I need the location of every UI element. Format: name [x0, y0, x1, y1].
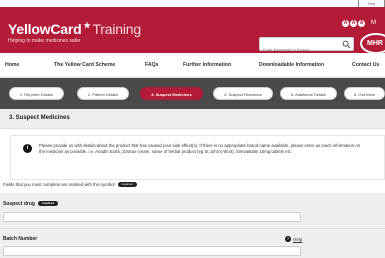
search-icon[interactable] [342, 40, 351, 49]
search-box [259, 37, 354, 56]
main-navigation: Home The Yellow Card Scheme FAQs Further… [0, 53, 385, 78]
suspect-drug-input[interactable] [3, 212, 301, 222]
suspect-drug-label-text: Suspect drug [3, 201, 35, 207]
suspect-drug-label: Suspect drug required [3, 201, 58, 207]
site-tagline: Helping to make medicines safer [8, 38, 81, 44]
nav-downloadable-information[interactable]: Downloadable Information [259, 62, 324, 68]
text-size-small-button[interactable]: A [342, 20, 349, 27]
info-text: Please provide us with details about the… [39, 143, 361, 155]
help-icon: ? [285, 236, 291, 242]
step-patient-details[interactable]: 2. Patient Details [77, 87, 129, 100]
step-additional-details[interactable]: 5. Additional Details [280, 87, 337, 100]
step-overview[interactable]: 6. Overview [344, 87, 385, 100]
brand-sub: Training [92, 21, 141, 37]
form-steps: 1. Reporter Details 2. Patient Details 3… [0, 78, 385, 109]
text-size-controls: A A A [342, 20, 365, 27]
step-suspect-reactions[interactable]: 4. Suspect Reactions [213, 87, 273, 100]
header-link[interactable]: M [371, 20, 376, 26]
batch-number-label: Batch Number [3, 236, 38, 242]
help-link[interactable]: Help [293, 237, 302, 242]
suspect-drug-required-badge: required [37, 201, 58, 207]
step-suspect-medicines[interactable]: 3. Suspect Medicines [140, 87, 203, 100]
top-strip [0, 0, 385, 6]
text-size-large-button[interactable]: A [358, 20, 365, 27]
info-icon: i [23, 144, 32, 153]
nav-home[interactable]: Home [5, 62, 19, 68]
nav-faqs[interactable]: FAQs [145, 62, 159, 68]
site-header: YellowCard ★ Training Helping to make medi… [0, 7, 385, 56]
text-size-medium-button[interactable]: A [350, 20, 357, 27]
star-icon: ★ [83, 21, 91, 30]
required-note-text: Fields that you must complete are marked… [3, 182, 115, 187]
required-fields-note: Fields that you must complete are marked… [3, 182, 137, 188]
batch-number-input[interactable] [3, 246, 301, 256]
brand-main: YellowCard [8, 21, 82, 37]
field-divider [0, 228, 385, 229]
nav-yellow-card-scheme[interactable]: The Yellow Card Scheme [54, 62, 115, 68]
page-title: 3. Suspect Medicines [9, 115, 70, 121]
nav-further-information[interactable]: Further Information [183, 62, 231, 68]
batch-number-help[interactable]: ? Help [285, 236, 302, 242]
site-logo[interactable]: YellowCard ★ Training [8, 21, 141, 37]
required-badge: required [117, 182, 137, 188]
mhra-logo[interactable]: MHR [360, 33, 385, 54]
nav-contact-us[interactable]: Contact Us [352, 62, 379, 68]
section-header: 3. Suspect Medicines [0, 109, 385, 129]
info-panel [10, 135, 385, 180]
step-reporter-details[interactable]: 1. Reporter Details [9, 87, 64, 100]
